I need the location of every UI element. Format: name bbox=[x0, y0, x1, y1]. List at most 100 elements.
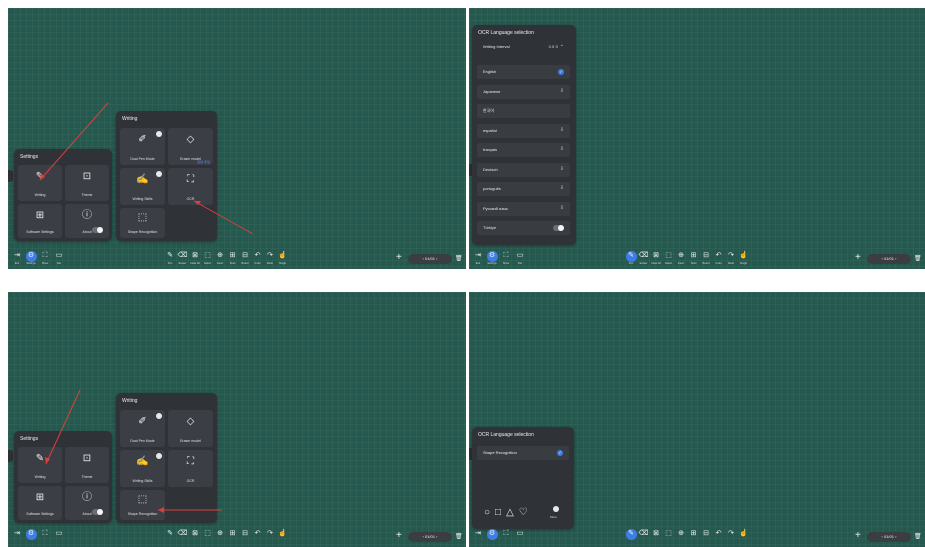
triangle-icon[interactable]: △ bbox=[506, 507, 519, 518]
dual-pen-toggle[interactable] bbox=[156, 413, 162, 419]
shape-recognition-button[interactable]: ⬚ Shape Recognition bbox=[120, 490, 165, 520]
about-button[interactable]: ⓘ About bbox=[65, 486, 109, 520]
select-icon[interactable]: ⬚ bbox=[664, 530, 674, 538]
redo-icon[interactable]: ↷ bbox=[726, 252, 736, 260]
trash-icon[interactable]: 🗑 bbox=[914, 255, 922, 262]
undo-icon[interactable]: ↶ bbox=[253, 530, 263, 538]
download-icon[interactable]: ⇩ bbox=[560, 88, 564, 94]
insert-icon[interactable]: ⊕ bbox=[215, 530, 225, 538]
download-icon[interactable]: ⇩ bbox=[560, 166, 564, 172]
next-page-button[interactable]: › bbox=[894, 256, 896, 261]
pen-icon[interactable]: ✎ bbox=[626, 252, 636, 260]
eraser-icon[interactable]: ⌫ bbox=[178, 252, 188, 260]
add-page-button[interactable]: + bbox=[396, 531, 402, 541]
show-icon[interactable]: ⛶ bbox=[40, 530, 50, 538]
undo-icon[interactable]: ↶ bbox=[253, 252, 263, 260]
download-icon[interactable]: ⇩ bbox=[560, 127, 564, 133]
page-indicator[interactable]: ‹ 01/01 › bbox=[408, 254, 452, 264]
writing-button[interactable]: ✎ Writing bbox=[18, 447, 62, 483]
pen-icon[interactable]: ✎ bbox=[165, 252, 175, 260]
exit-icon[interactable]: ⇥ bbox=[12, 530, 22, 538]
heart-icon[interactable]: ♡ bbox=[519, 507, 533, 518]
dual-pen-toggle[interactable] bbox=[156, 131, 162, 137]
clear-all-icon[interactable]: ⊠ bbox=[190, 252, 200, 260]
eraser-icon[interactable]: ⌫ bbox=[178, 530, 188, 538]
language-toggle[interactable] bbox=[553, 225, 564, 231]
page-indicator[interactable]: ‹ 01/01 › bbox=[867, 254, 911, 264]
writing-skills-button[interactable]: ✍ Writing Skills bbox=[120, 450, 165, 487]
more-toggle[interactable] bbox=[553, 506, 559, 512]
page-indicator[interactable]: ‹ 01/01 › bbox=[408, 532, 452, 542]
clear-all-icon[interactable]: ⊠ bbox=[651, 530, 661, 538]
about-toggle[interactable] bbox=[92, 509, 103, 515]
insert-icon[interactable]: ⊕ bbox=[215, 252, 225, 260]
clear-all-icon[interactable]: ⊠ bbox=[651, 252, 661, 260]
file-icon[interactable]: ▭ bbox=[54, 252, 64, 260]
download-icon[interactable]: ⇩ bbox=[560, 205, 564, 211]
gear-icon[interactable]: ⚙ bbox=[26, 530, 36, 538]
language-row[interactable]: Deutsch ⇩ bbox=[477, 162, 570, 177]
language-row[interactable]: Türkiye bbox=[477, 221, 570, 235]
language-row[interactable]: Japanese ⇩ bbox=[477, 84, 570, 99]
add-page-button[interactable]: + bbox=[855, 253, 861, 263]
file-icon[interactable]: ▭ bbox=[515, 252, 525, 260]
side-handle[interactable] bbox=[8, 170, 13, 182]
next-page-button[interactable]: › bbox=[435, 256, 437, 261]
undo-icon[interactable]: ↶ bbox=[714, 252, 724, 260]
dual-pen-mode-button[interactable]: ✐ Dual Pen Mode bbox=[120, 128, 165, 165]
language-row[interactable]: Русский язык ⇩ bbox=[477, 201, 570, 216]
gear-icon[interactable]: ⚙ bbox=[487, 530, 497, 538]
hand-icon[interactable]: ☝ bbox=[278, 530, 288, 538]
exit-icon[interactable]: ⇥ bbox=[473, 252, 483, 260]
eraser-icon[interactable]: ⌫ bbox=[639, 530, 649, 538]
select-icon[interactable]: ⬚ bbox=[203, 530, 213, 538]
redo-icon[interactable]: ↷ bbox=[265, 530, 275, 538]
exit-icon[interactable]: ⇥ bbox=[12, 252, 22, 260]
show-icon[interactable]: ⛶ bbox=[40, 252, 50, 260]
writing-button[interactable]: ✎ Writing bbox=[18, 165, 62, 201]
theme-button[interactable]: ⊡ Theme bbox=[65, 447, 109, 483]
circle-icon[interactable]: ○ bbox=[484, 507, 495, 518]
tools-icon[interactable]: ⊞ bbox=[228, 252, 238, 260]
hand-icon[interactable]: ☝ bbox=[739, 530, 749, 538]
insert-icon[interactable]: ⊕ bbox=[676, 530, 686, 538]
show-icon[interactable]: ⛶ bbox=[501, 252, 511, 260]
trash-icon[interactable]: 🗑 bbox=[914, 533, 922, 540]
whiteboard-canvas-4[interactable]: OCR Language selection Shape Recognition… bbox=[469, 292, 925, 547]
about-toggle[interactable] bbox=[92, 227, 103, 233]
add-page-button[interactable]: + bbox=[855, 531, 861, 541]
next-page-button[interactable]: › bbox=[894, 534, 896, 539]
board-icon[interactable]: ⊟ bbox=[240, 530, 250, 538]
language-row[interactable]: English ✓ bbox=[477, 65, 570, 79]
hand-icon[interactable]: ☝ bbox=[278, 252, 288, 260]
writing-skills-toggle[interactable] bbox=[156, 453, 162, 459]
show-icon[interactable]: ⛶ bbox=[501, 530, 511, 538]
next-page-button[interactable]: › bbox=[435, 534, 437, 539]
trash-icon[interactable]: 🗑 bbox=[455, 255, 463, 262]
about-button[interactable]: ⓘ About bbox=[65, 204, 109, 238]
gear-icon[interactable]: ⚙ bbox=[26, 252, 36, 260]
download-icon[interactable]: ⇩ bbox=[560, 185, 564, 191]
tools-icon[interactable]: ⊞ bbox=[689, 530, 699, 538]
software-settings-button[interactable]: ⊞ Software Settings bbox=[18, 486, 62, 520]
language-row[interactable]: 한국어 bbox=[477, 104, 570, 118]
language-row[interactable]: português ⇩ bbox=[477, 182, 570, 196]
tools-icon[interactable]: ⊞ bbox=[228, 530, 238, 538]
file-icon[interactable]: ▭ bbox=[515, 530, 525, 538]
chevron-down-icon[interactable]: ⌄ bbox=[560, 42, 564, 48]
page-indicator[interactable]: ‹ 01/01 › bbox=[867, 532, 911, 542]
download-icon[interactable]: ⇩ bbox=[560, 146, 564, 152]
trash-icon[interactable]: 🗑 bbox=[455, 533, 463, 540]
writing-interval-row[interactable]: Writing Interval 0.5 S ⌄ bbox=[477, 40, 570, 54]
language-row[interactable]: español ⇩ bbox=[477, 123, 570, 138]
square-icon[interactable]: □ bbox=[495, 507, 506, 518]
eraser-model-button[interactable]: ◇ Eraser model 自动 手动 bbox=[168, 128, 213, 165]
add-page-button[interactable]: + bbox=[396, 253, 402, 263]
redo-icon[interactable]: ↷ bbox=[265, 252, 275, 260]
pen-icon[interactable]: ✎ bbox=[626, 530, 636, 538]
select-icon[interactable]: ⬚ bbox=[664, 252, 674, 260]
writing-skills-button[interactable]: ✍ Writing Skills bbox=[120, 168, 165, 205]
side-handle[interactable] bbox=[8, 450, 13, 462]
whiteboard-canvas-3[interactable]: Settings ✎ Writing ⊡ Theme ⊞ Software Se… bbox=[8, 292, 466, 547]
undo-icon[interactable]: ↶ bbox=[714, 530, 724, 538]
